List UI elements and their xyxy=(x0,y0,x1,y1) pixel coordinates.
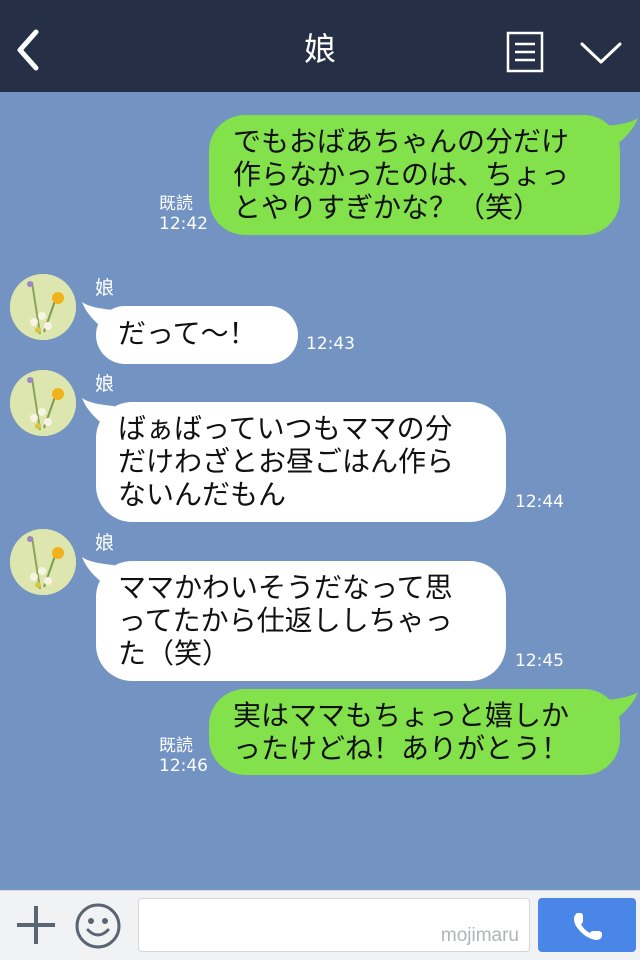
avatar[interactable] xyxy=(10,370,76,436)
call-button[interactable] xyxy=(538,898,636,952)
message-line: だって〜！ xyxy=(118,317,257,350)
message-line: ママかわいそうだなって思 xyxy=(118,571,453,604)
chat-header: 娘 xyxy=(0,0,640,92)
message-line: ばぁばっていつもママの分 xyxy=(118,412,453,445)
message-line: 作らなかったのは、ちょっ xyxy=(233,158,570,191)
message-time: 12:46 xyxy=(159,756,208,776)
chevron-down-icon xyxy=(580,42,622,64)
message-time: 12:45 xyxy=(515,651,564,671)
message-time: 12:43 xyxy=(306,334,355,354)
sender-name: 娘 xyxy=(95,373,115,395)
received-message-bubble[interactable]: ママかわいそうだなって思 ってたから仕返ししちゃっ た（笑） xyxy=(96,561,506,681)
message-time: 12:42 xyxy=(159,214,208,234)
message-line: た（笑） xyxy=(118,637,231,670)
phone-icon xyxy=(574,913,602,940)
expand-button[interactable] xyxy=(578,36,624,68)
received-message-bubble[interactable]: だって〜！ xyxy=(96,306,298,364)
message-line: 実はママもちょっと嬉しか xyxy=(233,699,570,732)
flower-avatar-image xyxy=(10,274,76,340)
chat-area: 既読 12:42 でもおばあちゃんの分だけ 作らなかったのは、ちょっ とやりすぎ… xyxy=(0,92,640,890)
menu-button[interactable] xyxy=(506,31,544,73)
flower-avatar-image xyxy=(10,370,76,436)
read-label: 既読 xyxy=(159,194,193,214)
emoji-icon xyxy=(75,903,121,949)
chat-title: 娘 xyxy=(303,30,336,68)
avatar[interactable] xyxy=(10,529,76,595)
read-label: 既読 xyxy=(159,736,193,756)
plus-icon xyxy=(17,906,55,944)
flower-avatar-image xyxy=(10,529,76,595)
sender-name: 娘 xyxy=(95,532,115,554)
message-line: ったけどね！ありがとう！ xyxy=(233,732,570,765)
message-line: でもおばあちゃんの分だけ xyxy=(233,125,570,158)
message-input-bar: mojimaru xyxy=(0,890,640,960)
menu-list-icon xyxy=(506,31,544,73)
message-line: ないんだもん xyxy=(118,478,287,511)
add-button[interactable] xyxy=(14,903,58,947)
message-meta: 既読 12:46 xyxy=(159,736,208,776)
emoji-button[interactable] xyxy=(74,902,122,950)
sent-message-bubble[interactable]: 実はママもちょっと嬉しか ったけどね！ありがとう！ xyxy=(209,689,620,775)
watermark-text: mojimaru xyxy=(440,925,519,946)
message-line: だけわざとお昼ごはん作ら xyxy=(118,445,455,478)
avatar[interactable] xyxy=(10,274,76,340)
message-line: ってたから仕返ししちゃっ xyxy=(118,604,453,637)
message-line: とやりすぎかな？（笑） xyxy=(233,191,542,224)
message-meta: 既読 12:42 xyxy=(159,194,208,234)
message-input[interactable]: mojimaru xyxy=(138,898,530,952)
sender-name: 娘 xyxy=(95,277,115,299)
message-time: 12:44 xyxy=(515,492,564,512)
sent-message-bubble[interactable]: でもおばあちゃんの分だけ 作らなかったのは、ちょっ とやりすぎかな？（笑） xyxy=(209,115,620,235)
received-message-bubble[interactable]: ばぁばっていつもママの分 だけわざとお昼ごはん作ら ないんだもん xyxy=(96,402,506,522)
